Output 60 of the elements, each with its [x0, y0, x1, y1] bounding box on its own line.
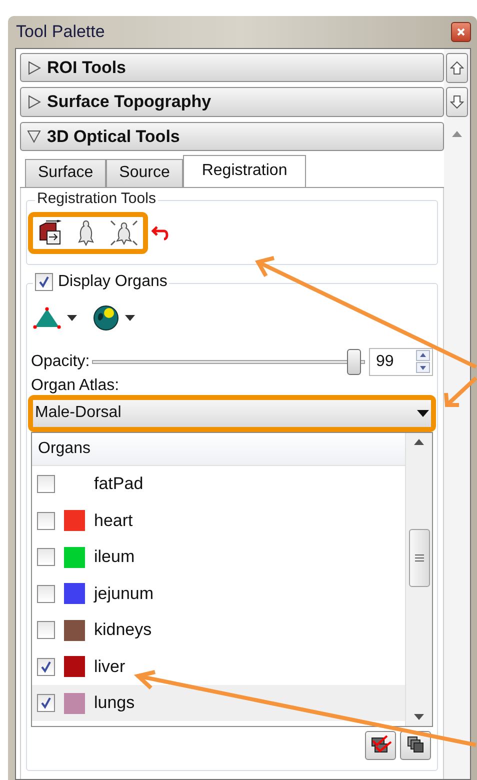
organ-name: ileum	[94, 546, 135, 568]
scrollbar[interactable]	[405, 432, 432, 726]
close-button[interactable]	[451, 22, 471, 42]
checkbox[interactable]	[37, 658, 55, 676]
undo-icon[interactable]	[151, 224, 171, 242]
triangle-right-icon	[27, 94, 41, 109]
organ-name: heart	[94, 510, 133, 532]
accordion-header[interactable]: Surface Topography	[20, 87, 444, 117]
organ-name: jejunum	[94, 582, 154, 605]
tab[interactable]: Source	[106, 158, 183, 187]
checkbox[interactable]	[37, 621, 55, 640]
figure-outline-icon[interactable]	[76, 220, 96, 246]
tab[interactable]: Registration	[182, 154, 306, 187]
accordion-header[interactable]: 3D Optical Tools	[20, 122, 444, 151]
window-title: Tool Palette	[16, 21, 106, 44]
triangle-mesh-icon[interactable]	[33, 306, 61, 329]
scroll-up-icon[interactable]	[414, 438, 424, 445]
dropdown-caret-icon	[417, 410, 429, 417]
checkbox[interactable]	[37, 512, 55, 530]
opacity-label: Opacity:	[31, 352, 90, 372]
organ-name: liver	[94, 656, 126, 678]
arrow-up-icon	[450, 61, 464, 75]
organ-row[interactable]: lungs	[32, 684, 405, 722]
organ-name: fatPad	[94, 473, 144, 496]
dropdown-caret-icon[interactable]	[125, 314, 135, 321]
organ-name: kidneys	[94, 619, 152, 642]
spin-value: 99	[375, 352, 395, 372]
checkbox-label: Display Organs	[58, 272, 168, 292]
scroll-down-button[interactable]	[446, 87, 468, 117]
scroll-thumb[interactable]	[408, 528, 430, 587]
arrow-down-icon	[450, 95, 464, 109]
organ-name: lungs	[94, 692, 135, 714]
dropdown-caret-icon[interactable]	[67, 314, 77, 321]
checkbox[interactable]	[37, 548, 55, 566]
annotation-arrow	[444, 376, 477, 407]
globe-light-icon[interactable]	[93, 304, 119, 331]
checkbox[interactable]	[37, 475, 55, 494]
tab[interactable]: Surface	[25, 158, 106, 187]
grip-icon	[414, 554, 424, 562]
spin-down-icon[interactable]	[416, 362, 430, 374]
scroll-down-icon[interactable]	[414, 714, 424, 720]
accordion-header[interactable]: ROI Tools	[20, 53, 444, 82]
slider-thumb[interactable]	[347, 348, 362, 375]
layers-icon	[406, 736, 424, 754]
atlas-label: Organ Atlas:	[31, 378, 120, 394]
stacked-checks-icon	[370, 735, 392, 756]
check-all-button[interactable]	[365, 730, 396, 760]
close-icon	[457, 28, 465, 36]
cube-arrow-icon[interactable]	[38, 220, 62, 246]
scroll-up-button[interactable]	[446, 53, 468, 83]
spin-up-icon[interactable]	[416, 350, 430, 362]
triangle-down-icon	[27, 129, 41, 144]
atlas-dropdown[interactable]: Male-Dorsal	[33, 400, 431, 427]
triangle-right-icon	[27, 60, 41, 75]
checkbox[interactable]	[37, 694, 55, 712]
group-title: Registration Tools	[35, 190, 158, 208]
checkbox[interactable]	[35, 272, 53, 291]
checkbox[interactable]	[37, 584, 55, 603]
spin-box[interactable]: 99	[369, 348, 433, 376]
figure-fit-icon[interactable]	[110, 220, 138, 246]
